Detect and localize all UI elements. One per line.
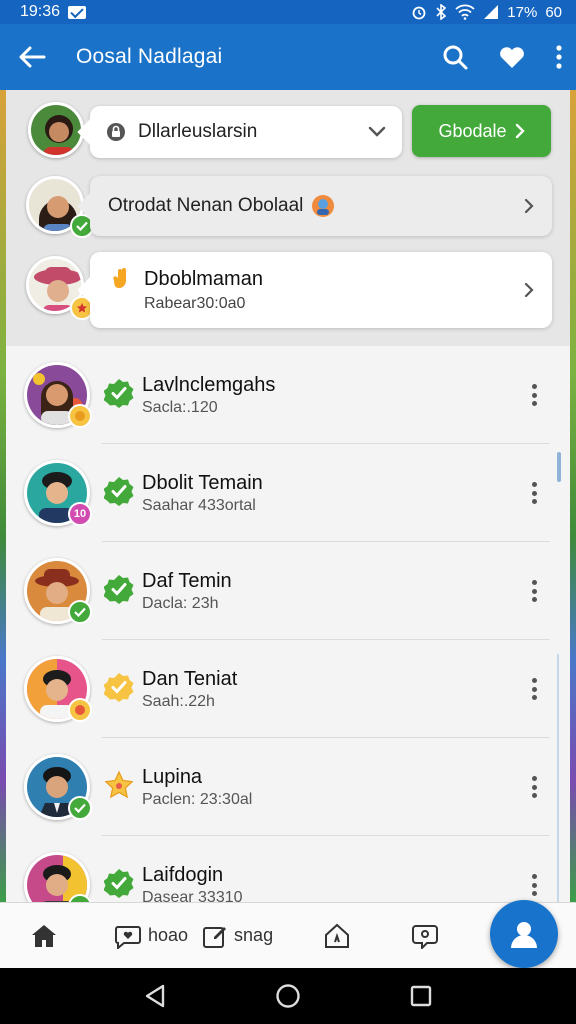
status-bar: 19:36 17% 60 <box>0 0 576 24</box>
verified-check-icon <box>104 379 134 408</box>
list-item[interactable]: Lupina Paclen: 23:30al <box>6 738 570 836</box>
verified-check-icon <box>104 575 134 604</box>
person-emoji-icon <box>312 195 335 217</box>
contact-list: Lavlnclemgahs Sacla:.120 10 Dbolit Temai… <box>6 346 570 902</box>
chevron-right-icon <box>515 123 525 139</box>
nav-item-3[interactable]: snag <box>202 923 273 949</box>
primary-action-label: Gbodale <box>438 120 507 141</box>
status-time: 19:36 <box>20 3 61 20</box>
contact-name: Dbolit Temain <box>142 472 263 494</box>
more-options-icon[interactable] <box>524 478 544 508</box>
person-icon <box>511 922 537 948</box>
more-options-icon[interactable] <box>524 772 544 802</box>
star-icon <box>104 770 134 799</box>
search-icon[interactable] <box>442 44 468 70</box>
alarm-icon <box>412 6 426 20</box>
contact-subtitle: Paclen: 23:30al <box>142 791 253 808</box>
chat-card-label: Otrodat Nenan Obolaal <box>108 195 304 216</box>
battery-percent: 17% <box>507 3 538 21</box>
invite-card[interactable]: Dboblmaman Rabear30:0a0 <box>77 252 552 328</box>
contact-name: Dan Teniat <box>142 668 238 690</box>
online-badge <box>68 600 92 624</box>
contact-name: Daf Temin <box>142 570 232 592</box>
more-options-icon[interactable] <box>524 380 544 410</box>
more-options-icon[interactable] <box>524 576 544 606</box>
scrollbar-thumb[interactable] <box>557 452 561 482</box>
profile-fab-button[interactable] <box>490 900 558 968</box>
chat-card[interactable]: Otrodat Nenan Obolaal <box>77 176 552 236</box>
overflow-menu-icon[interactable] <box>556 45 562 69</box>
nav-item-2[interactable]: hoao <box>114 923 188 949</box>
verified-check-icon <box>104 477 134 506</box>
heart-chat-icon <box>115 925 141 949</box>
home-circle-icon[interactable] <box>275 983 301 1009</box>
list-item[interactable]: Laifdogin Dasear 33310 <box>6 836 570 902</box>
list-item[interactable]: Daf Temin Dacla: 23h <box>6 542 570 640</box>
nav-item-2-label: hoao <box>148 925 189 945</box>
back-triangle-icon[interactable] <box>144 984 166 1008</box>
page-title: Oosal Nadlagai <box>76 45 223 68</box>
chevron-right-icon <box>524 282 534 298</box>
signal-icon <box>484 5 499 19</box>
more-options-icon[interactable] <box>524 674 544 704</box>
home-icon <box>32 924 56 947</box>
search-input[interactable]: Dllarleuslarsin <box>138 121 368 143</box>
main-content: Dllarleuslarsin Gbodale Otrodat Nenan Ob… <box>6 90 570 902</box>
edit-square-icon <box>203 926 227 948</box>
contact-subtitle: Saahar 433ortal <box>142 497 256 514</box>
emoji-badge <box>68 698 92 722</box>
nav-item-5[interactable] <box>411 923 439 949</box>
contact-subtitle: Sacla:.120 <box>142 399 218 416</box>
app-bar: Oosal Nadlagai <box>0 24 576 90</box>
pending-check-icon <box>104 673 134 702</box>
lock-icon <box>107 123 125 141</box>
avatar[interactable] <box>28 102 84 158</box>
chevron-right-icon <box>524 198 534 214</box>
more-options-icon[interactable] <box>524 870 544 900</box>
wifi-icon <box>455 4 475 20</box>
house-outline-icon <box>325 923 350 948</box>
top-panel: Dllarleuslarsin Gbodale Otrodat Nenan Ob… <box>6 90 570 346</box>
nav-item-4[interactable] <box>323 923 351 949</box>
contact-subtitle: Dasear 33310 <box>142 889 243 902</box>
back-arrow-icon[interactable] <box>18 45 46 69</box>
list-item[interactable]: Lavlnclemgahs Sacla:.120 <box>6 346 570 444</box>
nav-item-3-label: snag <box>234 925 274 945</box>
contact-name: Lupina <box>142 766 203 788</box>
primary-action-button[interactable]: Gbodale <box>412 105 551 157</box>
status-extra: 60 <box>545 3 562 21</box>
bluetooth-icon <box>436 4 447 20</box>
online-badge <box>68 796 92 820</box>
list-item[interactable]: Dan Teniat Saah:.22h <box>6 640 570 738</box>
emoji-badge <box>68 404 92 428</box>
recents-square-icon[interactable] <box>410 985 432 1007</box>
search-field[interactable]: Dllarleuslarsin <box>77 106 402 158</box>
chat-bubble-icon <box>412 924 439 949</box>
contact-subtitle: Saah:.22h <box>142 693 215 710</box>
scrollbar-track[interactable] <box>557 654 559 902</box>
count-badge-value: 10 <box>73 508 87 520</box>
verified-check-icon <box>104 869 134 898</box>
hand-wave-icon <box>113 268 126 288</box>
contact-subtitle: Dacla: 23h <box>142 595 219 612</box>
invite-title: Dboblmaman <box>144 267 263 290</box>
nav-home[interactable] <box>30 923 58 949</box>
system-navigation-bar <box>0 968 576 1024</box>
mail-notification-icon <box>68 5 87 19</box>
list-item[interactable]: 10 Dbolit Temain Saahar 433ortal <box>6 444 570 542</box>
contact-name: Laifdogin <box>142 864 224 886</box>
contact-name: Lavlnclemgahs <box>142 374 276 396</box>
chevron-down-icon[interactable] <box>368 126 386 138</box>
count-badge: 10 <box>68 502 92 526</box>
heart-icon[interactable] <box>498 44 526 70</box>
invite-subtitle: Rabear30:0a0 <box>144 294 246 312</box>
